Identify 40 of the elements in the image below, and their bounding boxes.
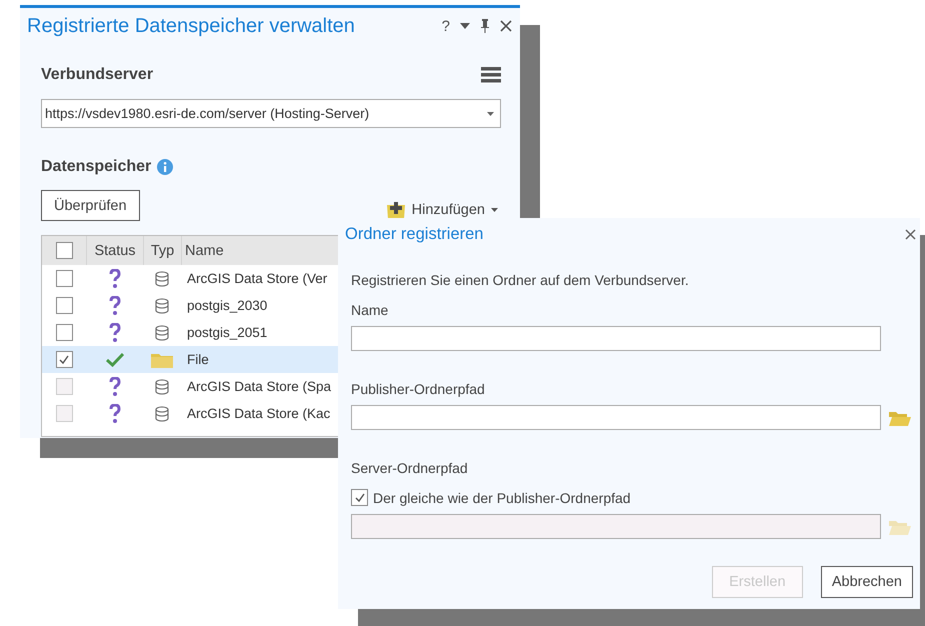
dropdown-icon[interactable] — [460, 23, 470, 29]
pin-icon[interactable] — [480, 19, 490, 33]
window-title: Registrierte Datenspeicher verwalten — [27, 14, 355, 38]
table-cell: postgis_2051 — [187, 325, 268, 340]
field-label: Name — [351, 302, 390, 318]
dropdown-arrow-icon — [487, 112, 494, 116]
tick-icon — [58, 354, 70, 366]
field-label: Server-Ordnerpfad — [351, 460, 469, 476]
checkbox[interactable] — [56, 270, 72, 287]
section-heading: Datenspeicher — [41, 158, 152, 176]
check-button[interactable]: Überprüfen — [41, 190, 140, 221]
menu-icon[interactable] — [481, 67, 501, 83]
close-icon[interactable] — [905, 228, 916, 240]
dialog-title: Ordner registrieren — [345, 224, 484, 244]
folder-icon[interactable] — [889, 410, 911, 426]
caret-icon — [491, 208, 498, 212]
section-heading: Verbundserver — [41, 66, 154, 84]
column-header[interactable]: Typ — [150, 242, 174, 258]
table-cell: ArcGIS Data Store (Spa — [187, 379, 332, 394]
description-text: Registrieren Sie einen Ordner auf dem Verbundserver. — [351, 272, 690, 288]
input-field[interactable] — [351, 326, 881, 351]
column-header[interactable]: Status — [94, 242, 136, 258]
table-cell: ArcGIS Data Store (Kac — [187, 406, 330, 421]
close-icon[interactable] — [500, 20, 512, 32]
table-cell: postgis_2030 — [187, 298, 268, 313]
tick-icon — [354, 492, 366, 504]
dialog-button[interactable]: Abbrechen — [820, 566, 913, 598]
checkbox[interactable] — [56, 324, 72, 341]
table-cell: ArcGIS Data Store (Ver — [187, 271, 328, 286]
field-label: Publisher-Ordnerpfad — [351, 381, 486, 397]
help-button[interactable]: ? — [442, 18, 450, 34]
column-header[interactable]: Name — [185, 242, 224, 258]
checkbox[interactable] — [56, 297, 72, 314]
server-dropdown[interactable]: https://vsdev1980.esri-de.com/server (Hosting-Server) — [41, 99, 501, 128]
table-cell: File — [187, 352, 209, 367]
info-icon[interactable] — [157, 159, 174, 175]
checkbox[interactable] — [56, 351, 72, 368]
input-field[interactable] — [351, 405, 881, 430]
add-folder-icon — [386, 201, 406, 219]
checkbox[interactable] — [56, 242, 72, 259]
